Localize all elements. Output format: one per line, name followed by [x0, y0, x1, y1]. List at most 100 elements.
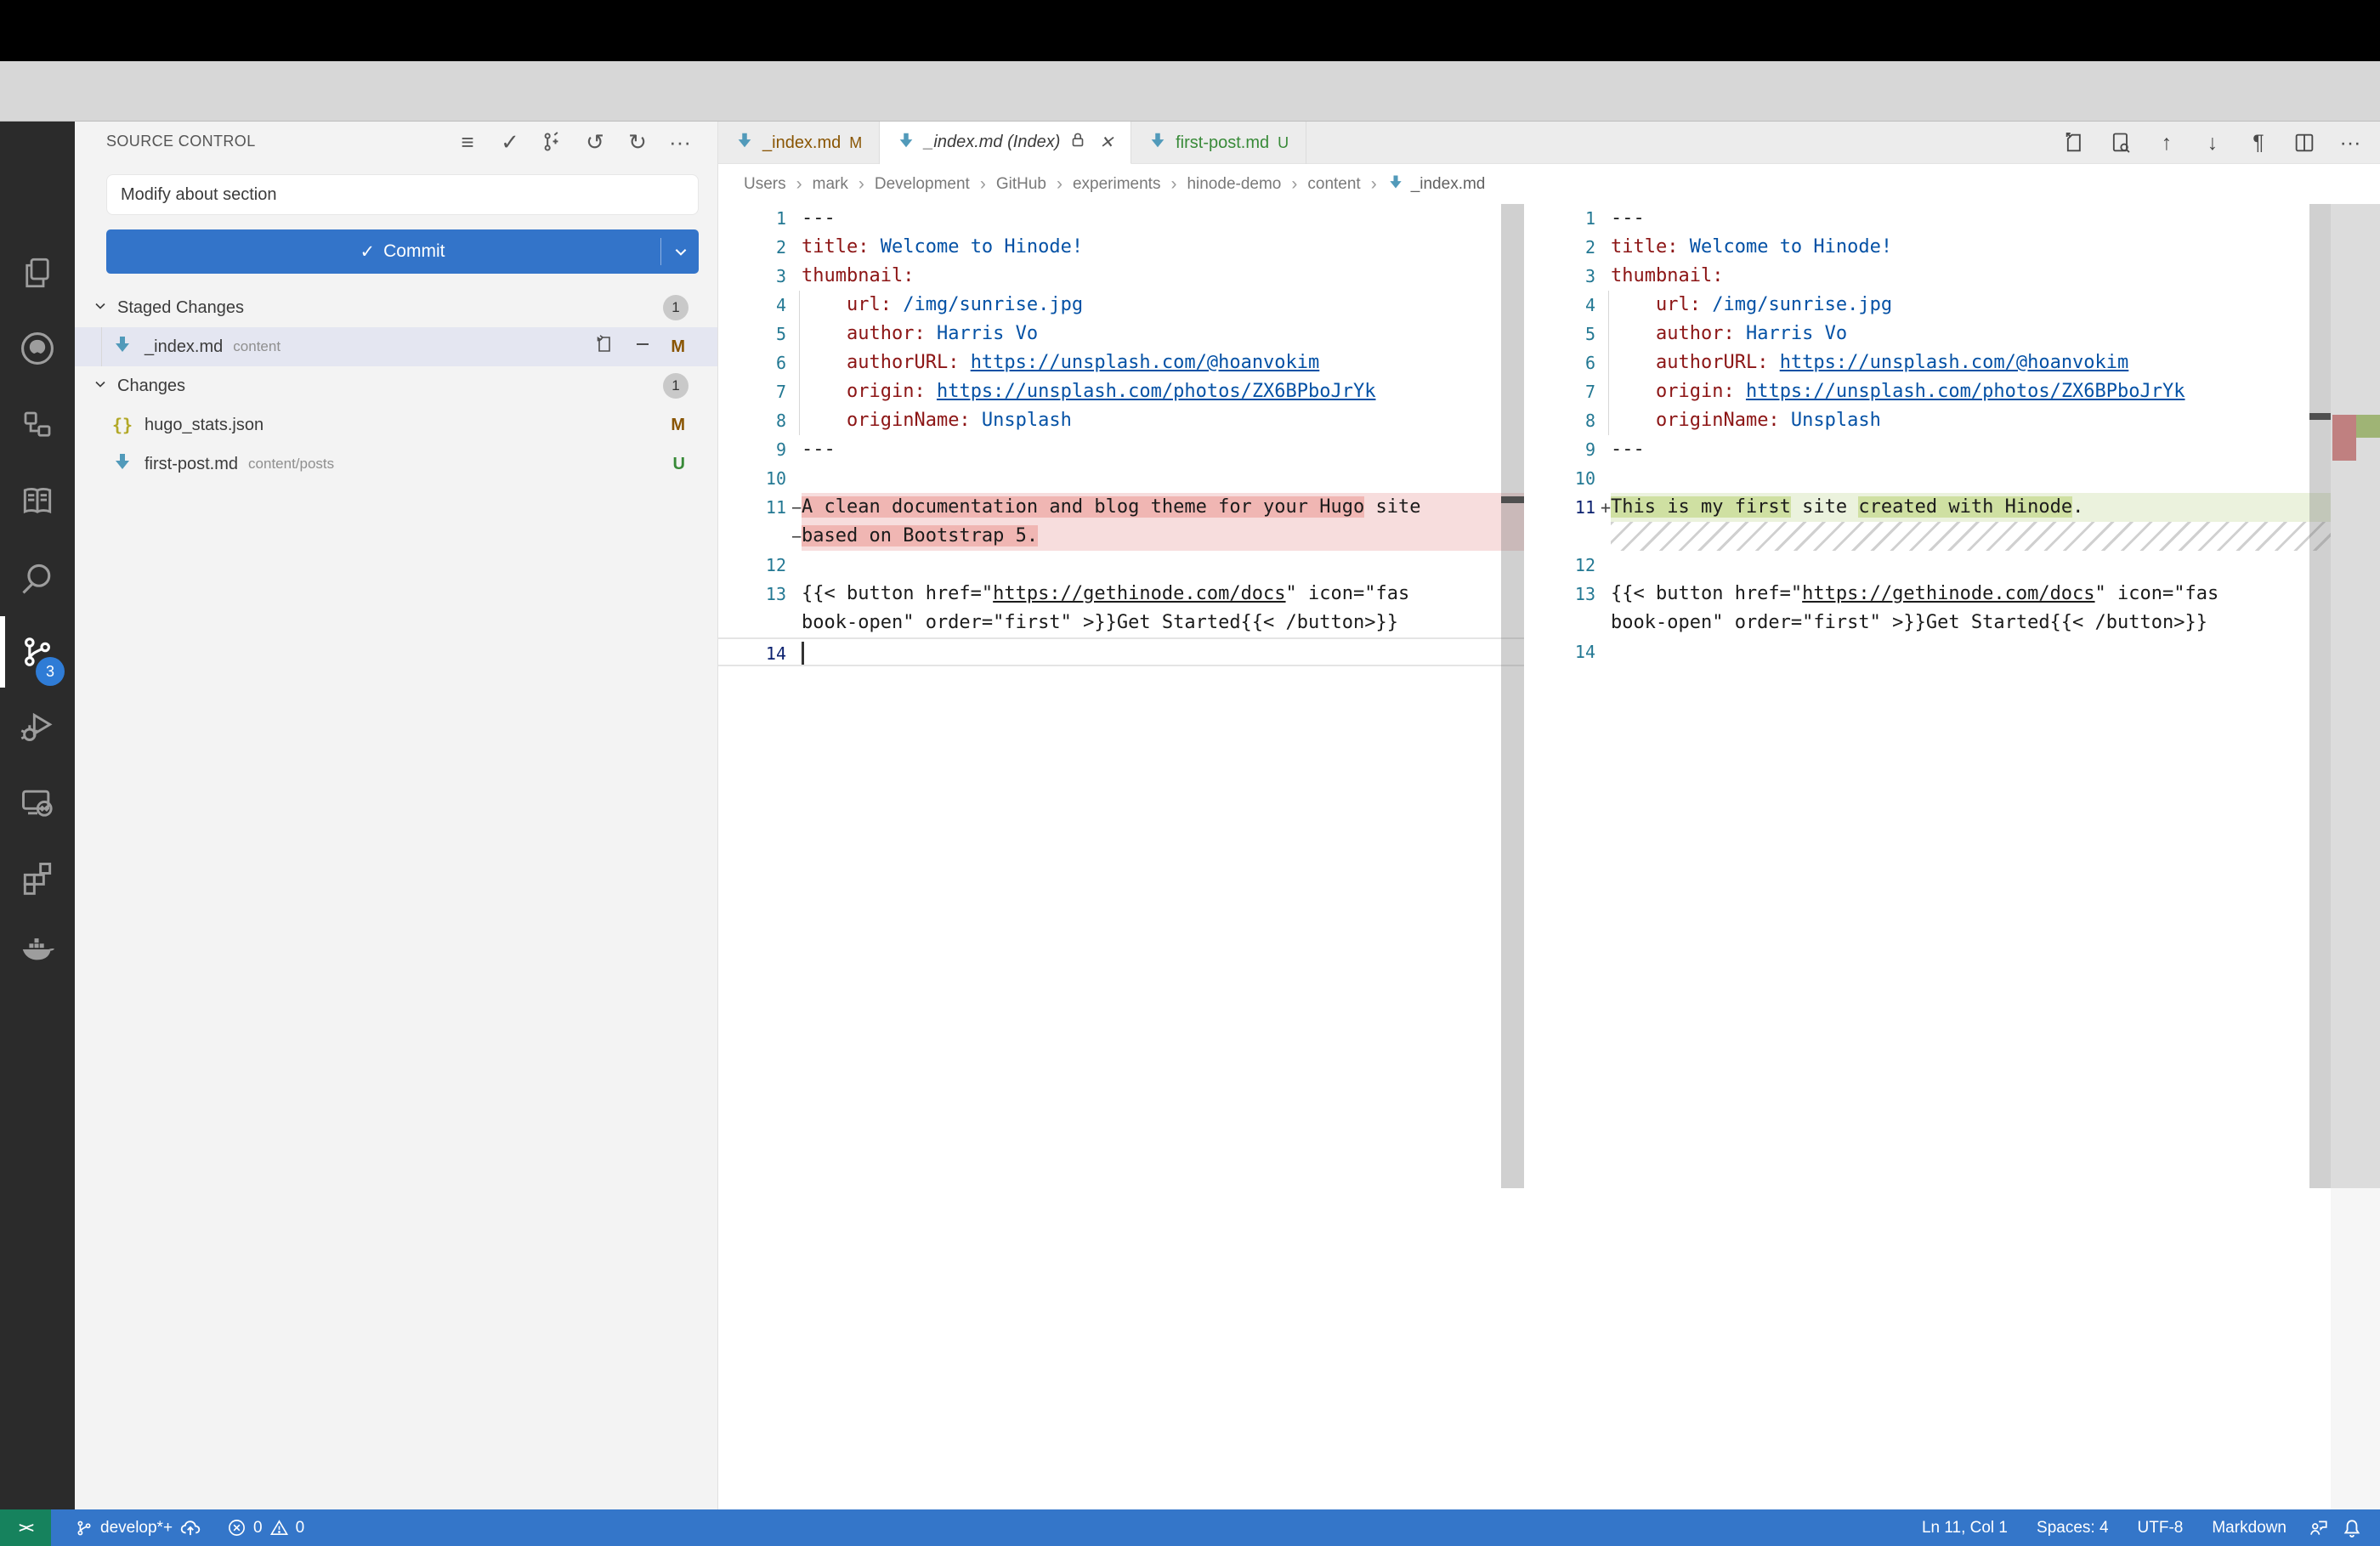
commit-button[interactable]: ✓ Commit: [106, 229, 699, 274]
indentation-status[interactable]: Spaces: 4: [2028, 1509, 2117, 1546]
breadcrumb-item[interactable]: Development: [875, 175, 970, 194]
open-file-icon[interactable]: [595, 334, 615, 360]
code-row[interactable]: 2title: Welcome to Hinode!: [1527, 233, 2331, 262]
code-row[interactable]: 2title: Welcome to Hinode!: [718, 233, 1524, 262]
inline-view-icon[interactable]: [2106, 127, 2135, 159]
code-row[interactable]: 13{{< button href="https://gethinode.com…: [1527, 580, 2331, 609]
open-file-icon[interactable]: [2060, 127, 2089, 159]
search-sidebar-icon[interactable]: [0, 545, 75, 613]
code-row[interactable]: 3thumbnail:: [718, 262, 1524, 291]
breadcrumb-item[interactable]: GitHub: [996, 175, 1046, 194]
commit-dropdown-icon[interactable]: [673, 244, 688, 264]
language-mode-status[interactable]: Markdown: [2203, 1509, 2295, 1546]
file-row-first-post[interactable]: first-post.md content/posts U: [75, 445, 717, 484]
create-branch-icon[interactable]: [539, 127, 566, 157]
next-change-icon[interactable]: ↓: [2198, 127, 2227, 159]
text-cursor: [802, 642, 804, 665]
code-row[interactable]: 5 author: Harris Vo: [718, 320, 1524, 348]
diff-original-pane[interactable]: 1---2title: Welcome to Hinode!3thumbnail…: [718, 204, 1524, 666]
previous-change-icon[interactable]: ↑: [2152, 127, 2181, 159]
commit-action-icon[interactable]: ✓: [496, 127, 524, 157]
diff-modified-pane[interactable]: 1---2title: Welcome to Hinode!3thumbnail…: [1527, 204, 2331, 666]
history-icon[interactable]: ↺: [581, 127, 609, 157]
code-row[interactable]: 3thumbnail:: [1527, 262, 2331, 291]
breadcrumb-item[interactable]: _index.md: [1387, 173, 1486, 195]
view-as-list-icon[interactable]: ≡: [454, 127, 481, 157]
problems-status[interactable]: 0 0: [218, 1509, 313, 1546]
notifications-bell-icon[interactable]: [2341, 1517, 2363, 1539]
line-number: 14: [766, 639, 786, 668]
tab-first-post-md[interactable]: first-post.md U: [1131, 122, 1306, 164]
indent-guide: [1608, 291, 1609, 320]
tab-index-md-diff[interactable]: _index.md (Index) ✕: [880, 122, 1131, 164]
overview-ruler[interactable]: [2331, 204, 2380, 1188]
breadcrumb-item[interactable]: content: [1307, 175, 1360, 194]
code-row[interactable]: 14: [718, 637, 1524, 666]
code-row[interactable]: 11+This is my first site created with Hi…: [1527, 493, 2331, 522]
code-row[interactable]: 1---: [718, 204, 1524, 233]
right-editor-scrollbar[interactable]: [2309, 204, 2331, 1188]
breadcrumb-item[interactable]: experiments: [1073, 175, 1161, 194]
breadcrumb-item[interactable]: Users: [744, 175, 786, 194]
commit-message-input[interactable]: [106, 174, 699, 215]
line-number: 8: [1585, 406, 1595, 435]
git-status-modified: M: [671, 416, 685, 435]
breadcrumb-item[interactable]: hinode-demo: [1187, 175, 1281, 194]
docs-book-icon[interactable]: [0, 467, 75, 535]
file-name: _index.md: [144, 337, 223, 357]
overview-ruler-tail: [2331, 1188, 2380, 1509]
code-row[interactable]: 11−A clean documentation and blog theme …: [718, 493, 1524, 522]
extensions-icon[interactable]: [0, 844, 75, 912]
warning-count: 0: [296, 1519, 305, 1538]
unstage-minus-icon[interactable]: [632, 334, 653, 360]
code-row[interactable]: [1527, 522, 2331, 551]
close-tab-icon[interactable]: ✕: [1099, 132, 1114, 153]
code-row[interactable]: 1---: [1527, 204, 2331, 233]
code-row[interactable]: 4 url: /img/sunrise.jpg: [1527, 291, 2331, 320]
code-row[interactable]: 13{{< button href="https://gethinode.com…: [718, 580, 1524, 609]
file-row-index-md[interactable]: _index.md content M: [75, 327, 717, 366]
code-row[interactable]: 10: [718, 464, 1524, 493]
run-debug-icon[interactable]: [0, 694, 75, 762]
breadcrumb-item[interactable]: mark: [813, 175, 848, 194]
refresh-icon[interactable]: ↻: [624, 127, 651, 157]
code-row[interactable]: 7 origin: https://unsplash.com/photos/ZX…: [718, 377, 1524, 406]
code-row[interactable]: book-open" order="first" >}}Get Started{…: [718, 609, 1524, 637]
remote-explorer-icon[interactable]: [0, 768, 75, 836]
code-row[interactable]: 8 originName: Unsplash: [1527, 406, 2331, 435]
branch-status[interactable]: develop*+: [66, 1509, 210, 1546]
code-row[interactable]: 4 url: /img/sunrise.jpg: [718, 291, 1524, 320]
code-row[interactable]: 9---: [1527, 435, 2331, 464]
indent-guide: [1608, 348, 1609, 377]
code-row[interactable]: 10: [1527, 464, 2331, 493]
code-row[interactable]: −based on Bootstrap 5.: [718, 522, 1524, 551]
more-actions-icon[interactable]: ···: [2336, 127, 2365, 159]
code-row[interactable]: 12: [1527, 551, 2331, 580]
code-row[interactable]: 7 origin: https://unsplash.com/photos/ZX…: [1527, 377, 2331, 406]
file-row-hugo-stats[interactable]: {} hugo_stats.json M: [75, 405, 717, 445]
feedback-icon[interactable]: [2307, 1517, 2329, 1539]
code-row[interactable]: book-open" order="first" >}}Get Started{…: [1527, 609, 2331, 637]
code-row[interactable]: 12: [718, 551, 1524, 580]
line-number: 12: [1575, 551, 1595, 580]
github-icon[interactable]: [0, 314, 75, 382]
code-row[interactable]: 8 originName: Unsplash: [718, 406, 1524, 435]
split-editor-icon[interactable]: [2290, 127, 2319, 159]
remote-indicator[interactable]: ><: [0, 1509, 51, 1546]
render-whitespace-icon[interactable]: ¶: [2244, 127, 2273, 159]
section-staged-changes[interactable]: Staged Changes 1: [75, 288, 717, 327]
section-changes[interactable]: Changes 1: [75, 366, 717, 405]
code-row[interactable]: 6 authorURL: https://unsplash.com/@hoanv…: [718, 348, 1524, 377]
code-row[interactable]: 9---: [718, 435, 1524, 464]
code-row[interactable]: 6 authorURL: https://unsplash.com/@hoanv…: [1527, 348, 2331, 377]
references-icon[interactable]: [0, 391, 75, 459]
left-editor-scrollbar[interactable]: [1501, 204, 1524, 1188]
encoding-status[interactable]: UTF-8: [2129, 1509, 2192, 1546]
cursor-position-status[interactable]: Ln 11, Col 1: [1913, 1509, 2016, 1546]
more-actions-icon[interactable]: ···: [666, 127, 694, 157]
code-row[interactable]: 14: [1527, 637, 2331, 666]
docker-icon[interactable]: [0, 915, 75, 983]
code-row[interactable]: 5 author: Harris Vo: [1527, 320, 2331, 348]
explorer-icon[interactable]: [0, 239, 75, 307]
tab-index-md[interactable]: _index.md M: [718, 122, 880, 164]
